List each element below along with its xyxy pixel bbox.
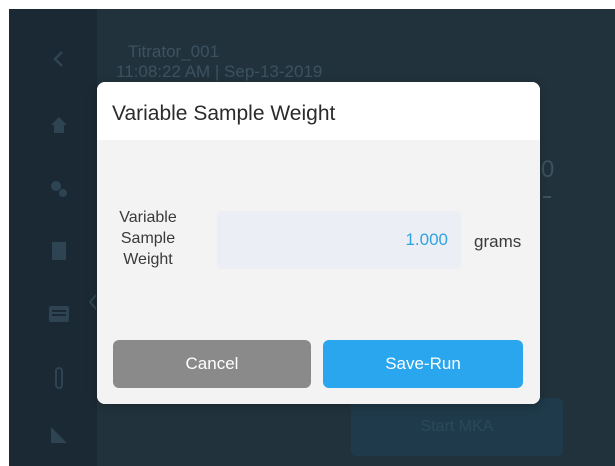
field-label-line: Weight bbox=[123, 251, 173, 268]
sample-weight-input[interactable] bbox=[217, 211, 461, 269]
variable-sample-weight-dialog: Variable Sample Weight Variable Sample W… bbox=[97, 82, 540, 404]
dialog-header: Variable Sample Weight bbox=[97, 82, 540, 140]
background-value-partial: 0 bbox=[541, 156, 555, 183]
timestamp: 11:08:22 AM | Sep-13-2019 bbox=[116, 62, 323, 81]
sidebar bbox=[9, 9, 97, 466]
cancel-button[interactable]: Cancel bbox=[113, 340, 311, 388]
start-mka-button: Start MKA bbox=[351, 398, 563, 456]
stack-icon[interactable] bbox=[45, 299, 73, 327]
dialog-title: Variable Sample Weight bbox=[112, 102, 336, 125]
field-label: Variable Sample Weight bbox=[109, 207, 187, 270]
settings-icon[interactable] bbox=[45, 175, 73, 203]
home-icon[interactable] bbox=[45, 111, 73, 139]
field-label-line: Variable bbox=[119, 209, 177, 226]
screen: Titrator_001 11:08:22 AM | Sep-13-2019 0… bbox=[0, 0, 615, 466]
document-icon[interactable] bbox=[45, 237, 73, 265]
chart-icon[interactable] bbox=[45, 421, 73, 449]
background-dash bbox=[543, 196, 551, 198]
field-label-line: Sample bbox=[120, 230, 176, 247]
back-arrow-icon[interactable] bbox=[45, 45, 73, 73]
device-title: Titrator_001 bbox=[128, 42, 220, 61]
unit-label: grams bbox=[474, 232, 522, 251]
save-run-button[interactable]: Save-Run bbox=[323, 340, 523, 388]
probe-icon[interactable] bbox=[45, 365, 73, 393]
